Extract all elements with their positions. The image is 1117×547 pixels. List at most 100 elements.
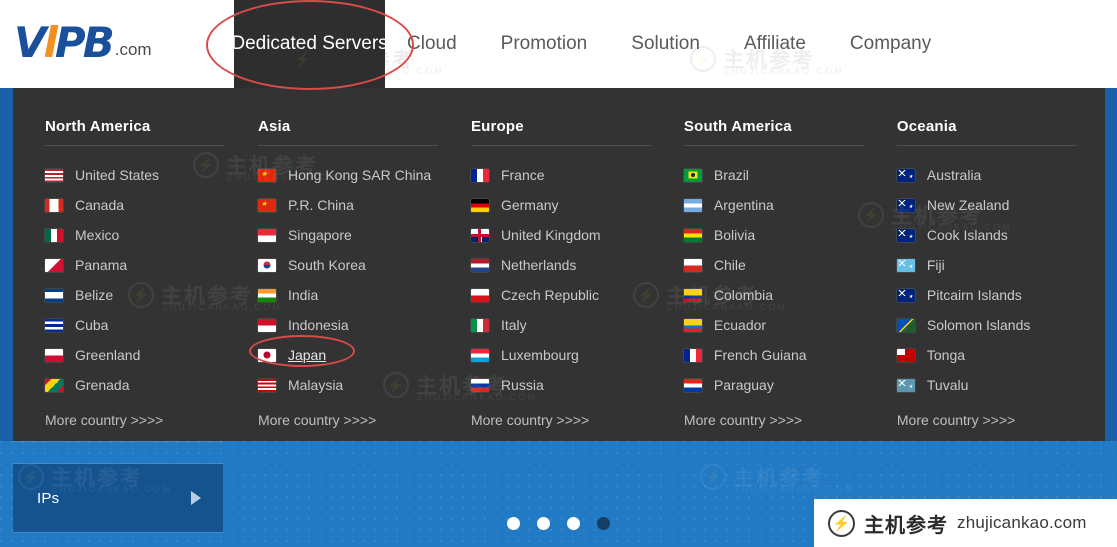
flag-icon-ar xyxy=(683,198,702,212)
country-link-french-guiana[interactable]: French Guiana xyxy=(683,340,897,370)
country-name: Canada xyxy=(75,197,125,213)
flag-icon-co xyxy=(683,288,702,302)
country-name: Indonesia xyxy=(287,317,349,333)
nav-item-label: Affiliate xyxy=(743,33,806,54)
site-logo[interactable]: VlPB .com xyxy=(14,22,152,64)
country-name: Hong Kong SAR China xyxy=(287,167,432,183)
country-link-singapore[interactable]: Singapore xyxy=(257,220,471,250)
country-link-ecuador[interactable]: Ecuador xyxy=(683,310,897,340)
country-name: Fiji xyxy=(926,257,945,273)
country-link-mexico[interactable]: Mexico xyxy=(45,220,258,250)
country-link-canada[interactable]: Canada xyxy=(45,190,258,220)
country-link-united-states[interactable]: United States xyxy=(45,160,258,190)
country-link-chile[interactable]: Chile xyxy=(683,250,897,280)
country-link-tuvalu[interactable]: ★ Tuvalu xyxy=(896,370,1105,400)
mega-column-title: Europe xyxy=(470,118,524,135)
mega-column-title: Oceania xyxy=(896,118,957,135)
country-link-czech-republic[interactable]: Czech Republic xyxy=(470,280,684,310)
flag-icon-lu xyxy=(470,348,489,362)
mega-column-title: Asia xyxy=(257,118,291,135)
country-link-grenada[interactable]: Grenada xyxy=(45,370,258,400)
nav-item-promotion[interactable]: Promotion xyxy=(479,0,610,88)
country-link-new-zealand[interactable]: ★ New Zealand xyxy=(896,190,1105,220)
country-name: France xyxy=(500,167,545,183)
country-link-solomon-islands[interactable]: Solomon Islands xyxy=(896,310,1105,340)
country-link-luxembourg[interactable]: Luxembourg xyxy=(470,340,684,370)
carousel-dot[interactable] xyxy=(507,517,520,530)
flag-icon-bo xyxy=(683,228,702,242)
country-link-pitcairn-islands[interactable]: ★ Pitcairn Islands xyxy=(896,280,1105,310)
country-link-australia[interactable]: ★ Australia xyxy=(896,160,1105,190)
badge-domain-text: zhujicankao.com xyxy=(957,513,1087,532)
country-link-south-korea[interactable]: South Korea xyxy=(257,250,471,280)
country-link-france[interactable]: France xyxy=(470,160,684,190)
country-link-belize[interactable]: Belize xyxy=(45,280,258,310)
nav-item-dedicated-servers[interactable]: Dedicated Servers xyxy=(231,0,388,88)
flag-icon-id xyxy=(257,318,276,332)
mega-column-south-america: South America Brazil Argentina Bolivia Chile… xyxy=(683,118,897,428)
flag-icon-au: ★ xyxy=(896,168,915,182)
country-link-malaysia[interactable]: Malaysia xyxy=(257,370,471,400)
country-name: Panama xyxy=(75,257,128,273)
country-link-paraguay[interactable]: Paraguay xyxy=(683,370,897,400)
country-name: Australia xyxy=(926,167,982,183)
country-link-argentina[interactable]: Argentina xyxy=(683,190,897,220)
nav-item-label: Company xyxy=(849,33,932,54)
page-root: IPs ⚡ 主机参考 ZHUJICANKAO.COM ⚡ 主机参考 ZHUJIC… xyxy=(0,0,1117,547)
nav-item-solution[interactable]: Solution xyxy=(609,0,722,88)
flag-icon-sg xyxy=(257,228,276,242)
carousel-dot[interactable] xyxy=(537,517,550,530)
country-link-italy[interactable]: Italy xyxy=(470,310,684,340)
country-link-hong-kong-sar-china[interactable]: ★ Hong Kong SAR China xyxy=(257,160,471,190)
mega-column-oceania: Oceania ★ Australia ★ New Zealand ★ Cook Islan… xyxy=(896,118,1105,428)
flag-icon-cn: ★ xyxy=(257,198,276,212)
country-link-tonga[interactable]: Tonga xyxy=(896,340,1105,370)
flag-icon-gb xyxy=(470,228,489,242)
carousel-dot[interactable] xyxy=(567,517,580,530)
country-link-netherlands[interactable]: Netherlands xyxy=(470,250,684,280)
country-link-greenland[interactable]: Greenland xyxy=(45,340,258,370)
country-link-brazil[interactable]: Brazil xyxy=(683,160,897,190)
country-name: Tuvalu xyxy=(926,377,969,393)
country-name: P.R. China xyxy=(287,197,354,213)
country-link-japan[interactable]: Japan xyxy=(257,340,471,370)
country-link-cook-islands[interactable]: ★ Cook Islands xyxy=(896,220,1105,250)
more-country-link[interactable]: More country >>>> xyxy=(258,412,471,428)
flag-icon-fr xyxy=(470,168,489,182)
flag-icon-pn: ★ xyxy=(896,288,915,302)
country-name: Cuba xyxy=(75,317,109,333)
country-name: Chile xyxy=(713,257,746,273)
country-name: Colombia xyxy=(713,287,774,303)
flag-icon-py xyxy=(683,378,702,392)
country-link-russia[interactable]: Russia xyxy=(470,370,684,400)
country-name: Italy xyxy=(500,317,527,333)
country-name: Pitcairn Islands xyxy=(926,287,1022,303)
more-country-link[interactable]: More country >>>> xyxy=(897,412,1105,428)
divider xyxy=(45,145,225,146)
country-link-germany[interactable]: Germany xyxy=(470,190,684,220)
country-link-colombia[interactable]: Colombia xyxy=(683,280,897,310)
badge-cn-text: 主机参考 xyxy=(864,512,948,537)
nav-item-affiliate[interactable]: Affiliate xyxy=(722,0,828,88)
logo-suffix: .com xyxy=(114,40,152,59)
country-link-p-r-china[interactable]: ★ P.R. China xyxy=(257,190,471,220)
country-link-fiji[interactable]: ★ Fiji xyxy=(896,250,1105,280)
country-link-bolivia[interactable]: Bolivia xyxy=(683,220,897,250)
nav-item-company[interactable]: Company xyxy=(828,0,953,88)
flag-icon-bz xyxy=(45,288,63,302)
more-country-link[interactable]: More country >>>> xyxy=(471,412,684,428)
country-link-india[interactable]: India xyxy=(257,280,471,310)
more-country-link[interactable]: More country >>>> xyxy=(45,412,258,428)
country-link-panama[interactable]: Panama xyxy=(45,250,258,280)
country-link-cuba[interactable]: Cuba xyxy=(45,310,258,340)
flag-icon-pa xyxy=(45,258,63,272)
divider xyxy=(896,145,1077,146)
nav-item-label: Promotion xyxy=(500,33,588,54)
more-country-link[interactable]: More country >>>> xyxy=(684,412,897,428)
country-link-united-kingdom[interactable]: United Kingdom xyxy=(470,220,684,250)
country-link-indonesia[interactable]: Indonesia xyxy=(257,310,471,340)
flag-icon-in xyxy=(257,288,276,302)
nav-item-cloud[interactable]: Cloud xyxy=(385,0,479,88)
sidebar-item-ips-label: IPs xyxy=(37,489,60,507)
carousel-dot[interactable] xyxy=(597,517,610,530)
